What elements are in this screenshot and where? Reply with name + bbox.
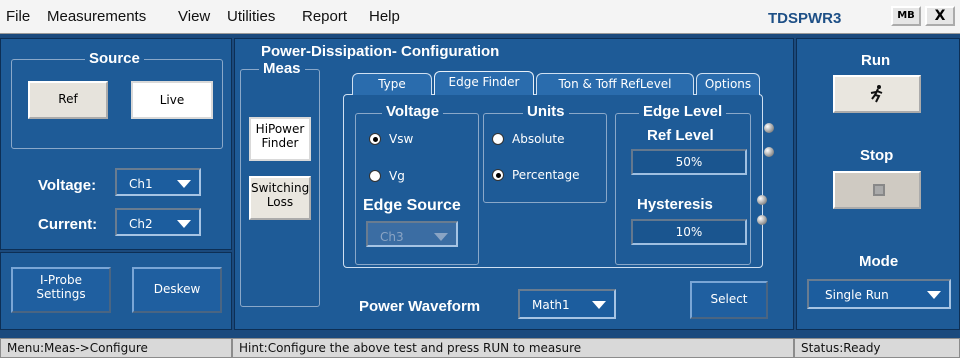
meas-title: Meas [259,60,305,77]
vsw-label: Vsw [389,132,414,146]
percentage-label: Percentage [512,168,580,182]
edge-source-title: Edge Source [359,197,465,215]
voltage-channel-dropdown[interactable]: Ch1 [115,168,201,196]
stop-label: Stop [860,147,894,164]
stop-button[interactable] [833,171,921,209]
status-menu: Menu:Meas->Configure [0,338,232,358]
running-man-icon [870,85,883,103]
menu-view[interactable]: View [178,8,210,25]
switching-loss-button[interactable]: Switching Loss [249,176,311,220]
percentage-radio[interactable] [492,169,504,181]
edge-level-title: Edge Level [639,103,727,120]
units-title: Units [523,103,569,120]
hipower-finder-button[interactable]: HiPower Finder [249,117,311,161]
edge-source-value: Ch3 [380,230,404,244]
configuration-title: Power-Dissipation- Configuration [261,43,500,60]
source-panel: Source Ref Live Voltage: Ch1 Current: Ch… [0,38,232,250]
hysteresis-title: Hysteresis [637,196,713,213]
live-button[interactable]: Live [131,81,213,119]
edge-source-dropdown[interactable]: Ch3 [366,221,458,247]
menu-help[interactable]: Help [369,8,400,25]
iprobe-line1: I-Probe [40,273,82,287]
mode-dropdown[interactable]: Single Run [807,279,951,309]
deskew-button[interactable]: Deskew [132,267,222,313]
menu-measurements[interactable]: Measurements [47,8,146,25]
menu-bar: File Measurements View Utilities Report … [0,0,960,34]
chevron-down-icon [177,180,191,188]
vsw-radio[interactable] [369,133,381,145]
ref-level-down-knob-icon[interactable] [764,147,774,157]
select-button[interactable]: Select [690,281,768,319]
configuration-panel: Power-Dissipation- Configuration Meas Hi… [234,38,794,330]
iprobe-settings-button[interactable]: I-Probe Settings [11,267,111,313]
hysteresis-down-knob-icon[interactable] [757,215,767,225]
menu-report[interactable]: Report [302,8,347,25]
voltage-group-title: Voltage [382,103,444,120]
power-waveform-dropdown[interactable]: Math1 [518,289,616,319]
switching-line1: Switching [251,181,310,195]
ref-button[interactable]: Ref [28,81,108,119]
chevron-down-icon [434,233,448,241]
hysteresis-field[interactable]: 10% [631,219,747,245]
current-channel-value: Ch2 [129,217,153,231]
voltage-channel-value: Ch1 [129,177,153,191]
tab-type[interactable]: Type [352,73,432,95]
vg-label: Vg [389,169,405,183]
absolute-radio[interactable] [492,133,504,145]
iprobe-line2: Settings [36,287,86,301]
units-group [483,113,607,203]
chevron-down-icon [592,301,606,309]
power-waveform-value: Math1 [532,298,570,312]
switching-line2: Loss [266,195,294,209]
source-title: Source [85,50,144,67]
tab-options[interactable]: Options [696,73,760,95]
current-label: Current: [38,216,98,233]
absolute-label: Absolute [512,132,565,146]
mode-label: Mode [859,253,899,270]
run-panel: Run Stop Mode Single Run [796,38,960,330]
status-state: Status:Ready [794,338,960,358]
run-button[interactable] [833,75,921,113]
menu-utilities[interactable]: Utilities [227,8,275,25]
hipower-line1: HiPower [255,122,305,136]
hysteresis-up-knob-icon[interactable] [757,195,767,205]
status-hint: Hint:Configure the above test and press … [232,338,794,358]
power-waveform-label: Power Waveform [359,298,481,315]
ref-level-up-knob-icon[interactable] [764,123,774,133]
menu-file[interactable]: File [6,8,30,25]
app-title: TDSPWR3 [768,10,842,27]
chevron-down-icon [927,291,941,299]
ref-level-title: Ref Level [647,127,714,144]
minimize-button[interactable]: MB [891,6,921,26]
run-label: Run [861,52,891,69]
hipower-line2: Finder [261,136,299,150]
vg-radio[interactable] [369,170,381,182]
current-channel-dropdown[interactable]: Ch2 [115,208,201,236]
tab-ton-toff-reflevel[interactable]: Ton & Toff RefLevel [536,73,694,95]
ref-level-field[interactable]: 50% [631,149,747,175]
voltage-label: Voltage: [38,177,97,194]
mode-value: Single Run [825,288,889,302]
close-button[interactable]: X [925,6,955,26]
probe-panel: I-Probe Settings Deskew [0,252,232,330]
tab-edge-finder[interactable]: Edge Finder [434,71,534,95]
chevron-down-icon [177,220,191,228]
stop-square-icon [873,184,885,196]
